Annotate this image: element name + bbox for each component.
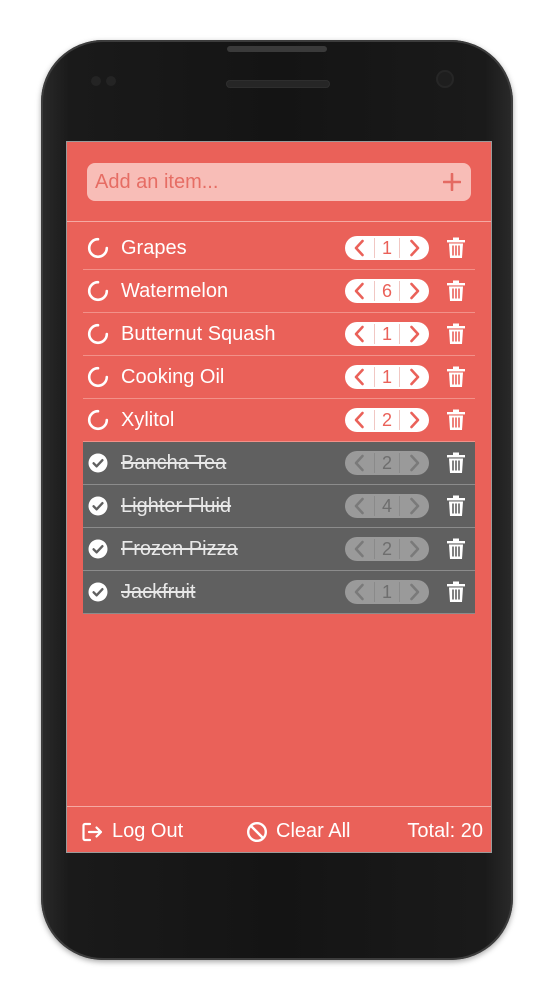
footer-divider [67, 806, 491, 807]
item-name: Frozen Pizza [121, 537, 238, 560]
list-item[interactable]: Grapes 1 [83, 227, 475, 270]
trash-icon[interactable] [445, 236, 467, 260]
list-item[interactable]: Lighter Fluid 4 [83, 485, 475, 528]
quantity-stepper: 2 [345, 537, 429, 561]
sensor-dot [106, 76, 116, 86]
chevron-right-icon[interactable] [405, 279, 425, 303]
item-name: Butternut Squash [121, 322, 276, 345]
quantity-stepper: 1 [345, 236, 429, 260]
header-divider [67, 221, 491, 222]
check-circle-icon[interactable] [87, 581, 109, 603]
clear-all-label: Clear All [276, 820, 351, 842]
unchecked-circle-icon[interactable] [87, 280, 109, 302]
chevron-left-icon[interactable] [349, 236, 369, 260]
list-item[interactable]: Bancha Tea 2 [83, 442, 475, 485]
logout-icon [82, 822, 103, 841]
unchecked-circle-icon[interactable] [87, 366, 109, 388]
trash-icon[interactable] [445, 580, 467, 604]
unchecked-circle-icon[interactable] [87, 237, 109, 259]
chevron-left-icon[interactable] [349, 322, 369, 346]
unchecked-circle-icon[interactable] [87, 323, 109, 345]
unchecked-circle-icon[interactable] [87, 409, 109, 431]
chevron-left-icon[interactable] [349, 580, 369, 604]
earpiece-speaker [226, 80, 330, 88]
item-quantity: 1 [374, 238, 400, 258]
trash-icon[interactable] [445, 451, 467, 475]
chevron-left-icon[interactable] [349, 537, 369, 561]
chevron-right-icon[interactable] [405, 537, 425, 561]
ban-icon [246, 821, 268, 842]
chevron-right-icon[interactable] [405, 236, 425, 260]
logout-label: Log Out [112, 820, 184, 842]
list-item[interactable]: Jackfruit 1 [83, 571, 475, 614]
item-quantity: 1 [374, 582, 400, 602]
chevron-right-icon[interactable] [405, 451, 425, 475]
quantity-stepper: 6 [345, 279, 429, 303]
front-camera [436, 70, 454, 88]
item-name: Jackfruit [121, 580, 196, 603]
item-name: Bancha Tea [121, 451, 227, 474]
trash-icon[interactable] [445, 494, 467, 518]
chevron-right-icon[interactable] [405, 494, 425, 518]
check-circle-icon[interactable] [87, 452, 109, 474]
item-name: Watermelon [121, 279, 229, 302]
quantity-stepper: 2 [345, 451, 429, 475]
list-item[interactable]: Butternut Squash 1 [83, 313, 475, 356]
item-name: Cooking Oil [121, 365, 225, 388]
chevron-left-icon[interactable] [349, 494, 369, 518]
item-quantity: 6 [374, 281, 400, 301]
quantity-stepper: 1 [345, 365, 429, 389]
sensor-dot [91, 76, 101, 86]
chevron-right-icon[interactable] [405, 408, 425, 432]
chevron-left-icon[interactable] [349, 279, 369, 303]
add-item-input[interactable] [87, 163, 433, 201]
list-item[interactable]: Frozen Pizza 2 [83, 528, 475, 571]
footer-bar: Log Out Clear All Total: 20 [67, 808, 491, 852]
list-item[interactable]: Cooking Oil 1 [83, 356, 475, 399]
phone-top-edge [227, 46, 327, 52]
check-circle-icon[interactable] [87, 538, 109, 560]
total-count: Total: 20 [407, 820, 483, 842]
list-item[interactable]: Xylitol 2 [83, 399, 475, 442]
item-quantity: 2 [374, 410, 400, 430]
quantity-stepper: 4 [345, 494, 429, 518]
item-name: Lighter Fluid [121, 494, 232, 517]
logout-button[interactable]: Log Out [82, 820, 183, 843]
item-quantity: 1 [374, 324, 400, 344]
trash-icon[interactable] [445, 322, 467, 346]
item-quantity: 4 [374, 496, 400, 516]
check-circle-icon[interactable] [87, 495, 109, 517]
quantity-stepper: 1 [345, 322, 429, 346]
trash-icon[interactable] [445, 537, 467, 561]
list-item[interactable]: Watermelon 6 [83, 270, 475, 313]
shopping-list: Grapes 1 Watermelon 6 Butternut Squash 1… [83, 227, 475, 614]
plus-icon[interactable] [433, 163, 471, 201]
chevron-right-icon[interactable] [405, 322, 425, 346]
chevron-right-icon[interactable] [405, 365, 425, 389]
chevron-right-icon[interactable] [405, 580, 425, 604]
app-screen: Grapes 1 Watermelon [66, 141, 492, 853]
chevron-left-icon[interactable] [349, 365, 369, 389]
item-quantity: 2 [374, 539, 400, 559]
item-name: Xylitol [121, 408, 175, 431]
quantity-stepper: 2 [345, 408, 429, 432]
add-item-bar [87, 163, 471, 201]
trash-icon[interactable] [445, 279, 467, 303]
trash-icon[interactable] [445, 408, 467, 432]
item-quantity: 1 [374, 367, 400, 387]
item-name: Grapes [121, 236, 187, 259]
quantity-stepper: 1 [345, 580, 429, 604]
chevron-left-icon[interactable] [349, 408, 369, 432]
chevron-left-icon[interactable] [349, 451, 369, 475]
trash-icon[interactable] [445, 365, 467, 389]
item-quantity: 2 [374, 453, 400, 473]
clear-all-button[interactable]: Clear All [246, 820, 350, 843]
